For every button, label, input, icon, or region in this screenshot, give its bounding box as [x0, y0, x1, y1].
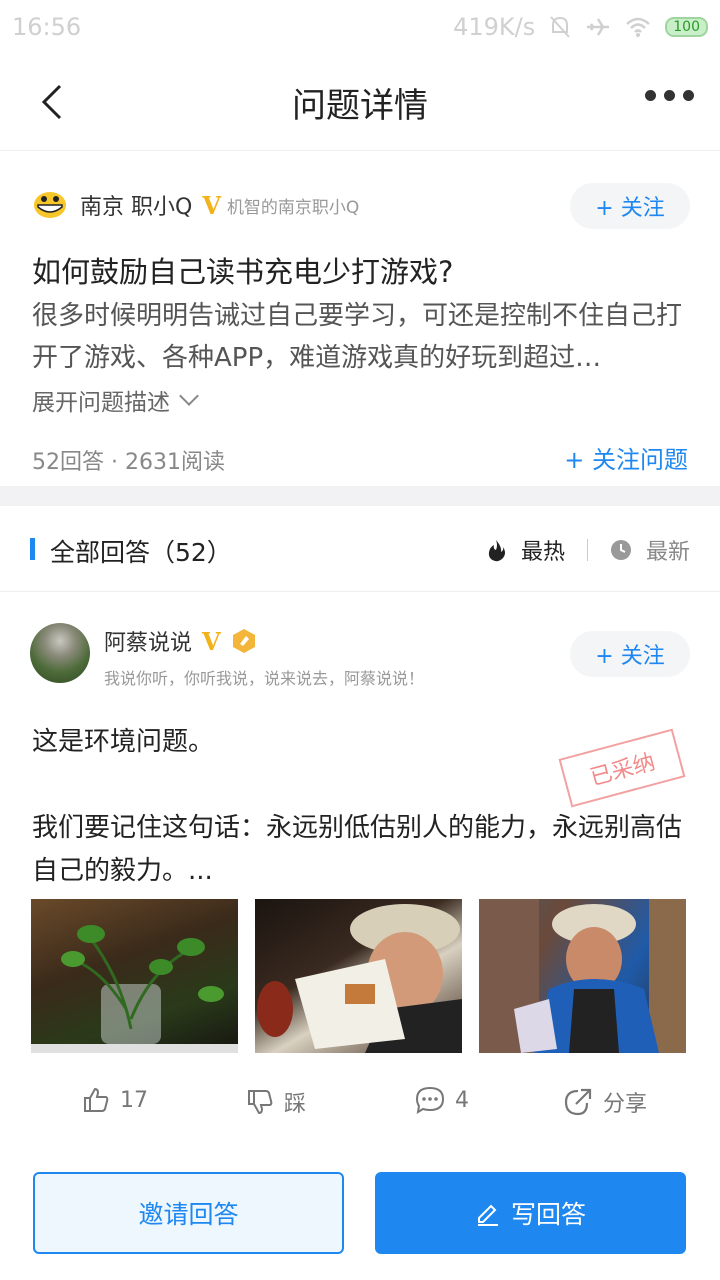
sort-hot-button[interactable]: 最热	[485, 534, 565, 566]
flame-icon	[488, 540, 505, 562]
answers-header: 全部回答（52） 最热 最新	[0, 506, 720, 592]
answer-actions: 17 踩 4 分享	[0, 1086, 720, 1126]
write-answer-button[interactable]: 写回答	[375, 1172, 686, 1254]
answer-image-2[interactable]	[255, 899, 462, 1053]
share-label: 分享	[603, 1092, 648, 1117]
question-stats: 52回答 · 2631阅读	[32, 450, 225, 475]
sort-hot-label: 最热	[520, 540, 565, 565]
answer-images	[31, 899, 686, 1053]
medal-hexagon-icon	[232, 629, 255, 653]
question-title: 如何鼓励自己读书充电少打游戏?	[32, 255, 454, 289]
write-answer-label: 写回答	[510, 1200, 586, 1229]
asker-info[interactable]: 南京 职小Q V 机智的南京职小Q	[32, 185, 359, 225]
share-icon	[564, 1088, 592, 1116]
page-title: 问题详情	[292, 85, 428, 126]
answer-author-name: 阿蔡说说	[104, 631, 193, 656]
comment-bubble-icon	[415, 1086, 445, 1114]
back-arrow-icon[interactable]	[34, 80, 74, 124]
section-divider	[0, 486, 720, 506]
like-count: 17	[120, 1087, 148, 1113]
answer-image-1[interactable]	[31, 899, 238, 1053]
sort-new-label: 最新	[645, 540, 690, 565]
wifi-icon	[626, 17, 651, 37]
clock-icon	[610, 540, 631, 560]
battery-indicator: 100	[665, 17, 708, 37]
like-button[interactable]: 17	[82, 1086, 148, 1114]
answer-body[interactable]: 这是环境问题。 我们要记住这句话：永远别低估别人的能力，永远别高估自己的毅力。.…	[32, 721, 692, 893]
thumbs-up-icon	[84, 1087, 109, 1112]
answer-image-3[interactable]	[479, 899, 686, 1053]
top-nav: 问题详情	[0, 54, 720, 151]
sort-options: 最热 最新	[485, 534, 690, 566]
header-accent-bar	[30, 538, 35, 560]
comment-count: 4	[455, 1087, 469, 1113]
answer-author-signature: 我说你听，你听我说，说来说去，阿蔡说说！	[104, 669, 425, 688]
comment-button[interactable]: 4	[415, 1086, 469, 1114]
asker-signature: 机智的南京职小Q	[226, 197, 360, 218]
more-options-icon[interactable]	[645, 90, 694, 101]
sort-new-button[interactable]: 最新	[610, 534, 690, 566]
expand-label: 展开问题描述	[32, 390, 170, 416]
question-section: 南京 职小Q V 机智的南京职小Q + 关注 如何鼓励自己读书充电少打游戏? 很…	[0, 151, 720, 486]
share-button[interactable]: 分享	[563, 1086, 647, 1118]
question-description: 很多时候明明告诫过自己要学习，可还是控制不住自己打开了游戏、各种APP，难道游戏…	[32, 301, 683, 373]
invite-answer-button[interactable]: 邀请回答	[33, 1172, 344, 1254]
dislike-label: 踩	[284, 1092, 307, 1117]
answer-author-avatar[interactable]	[30, 623, 90, 683]
verified-v-icon: V	[202, 190, 221, 220]
expand-description-button[interactable]: 展开问题描述	[32, 383, 199, 417]
sort-separator	[586, 539, 588, 561]
follow-question-button[interactable]: + 关注问题	[564, 440, 688, 475]
asker-avatar[interactable]	[32, 187, 68, 223]
answer-text-line2: 我们要记住这句话：永远别低估别人的能力，永远别高估自己的毅力。...	[32, 813, 683, 886]
thumbs-down-icon	[248, 1090, 273, 1115]
status-time: 16:56	[12, 13, 82, 41]
status-bar: 16:56 419K/s 100	[0, 0, 720, 54]
network-speed: 419K/s	[453, 13, 536, 41]
airplane-icon	[587, 18, 610, 36]
follow-author-button[interactable]: + 关注	[570, 631, 690, 677]
all-answers-label: 全部回答（52）	[50, 538, 232, 567]
answer-author-info[interactable]: 阿蔡说说 V	[104, 625, 257, 657]
follow-asker-button[interactable]: + 关注	[570, 183, 690, 229]
verified-v-icon: V	[202, 626, 221, 656]
asker-name: 南京 职小Q	[80, 195, 193, 220]
pencil-icon	[477, 1204, 498, 1226]
chevron-down-icon	[179, 386, 199, 406]
mute-bell-icon	[550, 16, 571, 38]
dislike-button[interactable]: 踩	[246, 1086, 306, 1118]
